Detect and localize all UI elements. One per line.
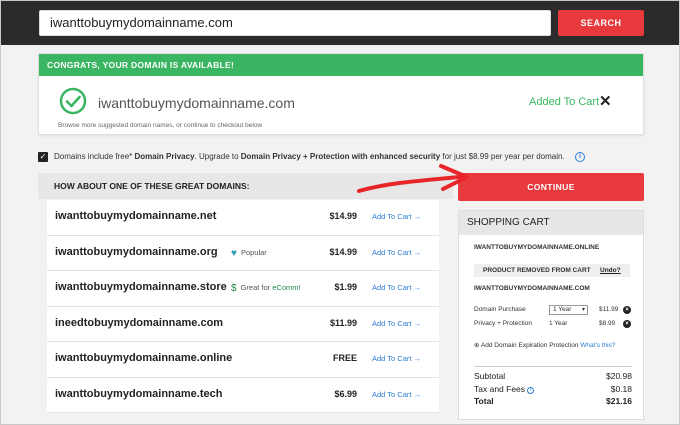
suggestion-price: $6.99 <box>334 388 357 399</box>
ecomm-tag: $ Great for eComm! <box>231 283 301 294</box>
continue-button[interactable]: CONTINUE <box>458 173 644 201</box>
subtotal-row: Subtotal $20.98 <box>474 371 632 383</box>
removed-label: PRODUCT REMOVED FROM CART <box>483 267 591 274</box>
whats-this-link[interactable]: What's this? <box>580 342 615 349</box>
search-button[interactable]: SEARCH <box>558 10 644 36</box>
subtotal-label: Subtotal <box>474 371 506 381</box>
total-row: Total $21.16 <box>474 396 632 408</box>
suggestion-price: $11.99 <box>329 317 357 328</box>
removed-notice: PRODUCT REMOVED FROM CART Undo? <box>474 264 630 277</box>
suggestion-domain: ineedtobuymydomainname.com <box>55 316 224 329</box>
total-label: Total <box>474 396 494 406</box>
tax-row: Tax and Fees i $0.18 <box>474 384 632 396</box>
cart-line-price: $11.99 <box>599 306 619 313</box>
suggestion-domain: iwanttobuymydomainname.online <box>55 352 233 364</box>
add-to-cart-link[interactable]: Add To Cart → <box>372 390 421 399</box>
added-to-cart-label: Added To Cart <box>529 96 600 108</box>
cart-line-term: 1 Year <box>549 320 568 327</box>
suggestion-price: $14.99 <box>329 211 357 221</box>
suggestion-row: ineedtobuymydomainname.com $11.99 Add To… <box>47 306 439 342</box>
subtotal-value: $20.98 <box>606 371 632 381</box>
add-to-cart-link[interactable]: Add To Cart → <box>372 283 421 292</box>
dollar-icon: $ <box>231 283 237 294</box>
annotation-arrow-icon <box>357 164 469 193</box>
check-circle-icon <box>59 87 87 115</box>
info-icon[interactable]: i <box>575 152 585 162</box>
cart-domain: IWANTTOBUYMYDOMAINNAME.COM <box>474 285 590 292</box>
suggestion-domain: iwanttobuymydomainname.store <box>55 281 227 293</box>
suggestion-row: iwanttobuymydomainname.store $ Great for … <box>47 271 439 307</box>
available-domain: iwanttobuymydomainname.com <box>98 95 295 111</box>
suggestion-domain: iwanttobuymydomainname.org <box>55 245 218 258</box>
remove-icon[interactable]: × <box>623 306 631 314</box>
privacy-text: Domains include free* Domain Privacy. Up… <box>54 152 565 161</box>
add-to-cart-link[interactable]: Add To Cart → <box>372 248 421 257</box>
cart-line-label: Privacy + Protection <box>474 320 532 327</box>
suggestion-row: iwanttobuymydomainname.tech $6.99 Add To… <box>47 377 439 413</box>
privacy-checkbox[interactable]: ✓ <box>38 152 48 162</box>
cart-divider <box>474 366 632 367</box>
suggestion-row: iwanttobuymydomainname.net $14.99 Add To… <box>47 200 439 236</box>
heart-icon: ♥ <box>231 247 237 259</box>
plus-circle-icon: ⊕ <box>474 342 481 349</box>
cart-line-price: $8.99 <box>599 320 616 327</box>
tax-label: Tax and Fees i <box>474 384 535 394</box>
cart-removed-domain: IWANTTOBUYMYDOMAINNAME.ONLINE <box>474 244 600 251</box>
suggestion-price: $14.99 <box>329 246 357 257</box>
add-to-cart-link[interactable]: Add To Cart → <box>372 354 421 363</box>
privacy-option: ✓ Domains include free* Domain Privacy. … <box>38 151 644 165</box>
popular-tag: ♥ Popular <box>231 247 267 259</box>
suggestion-domain: iwanttobuymydomainname.net <box>55 210 217 222</box>
cart-line-label: Domain Purchase <box>474 306 526 313</box>
suggestion-row: iwanttobuymydomainname.org ♥ Popular $14.… <box>47 235 439 271</box>
shopping-cart: SHOPPING CART IWANTTOBUYMYDOMAINNAME.ONL… <box>458 210 644 420</box>
suggestion-price: FREE <box>332 353 357 363</box>
suggestion-domain: iwanttobuymydomainname.tech <box>55 387 223 400</box>
browser-frame: iwanttobuymydomainname.com SEARCH CONGRA… <box>0 0 680 425</box>
total-value: $21.16 <box>606 396 632 406</box>
availability-card: CONGRATS, YOUR DOMAIN IS AVAILABLE! iwan… <box>38 53 644 135</box>
add-to-cart-link[interactable]: Add To Cart → <box>372 319 421 328</box>
undo-link[interactable]: Undo? <box>600 264 621 277</box>
chevron-down-icon: ▾ <box>581 307 585 313</box>
add-expiration-protection[interactable]: ⊕ Add Domain Expiration Protection What'… <box>474 341 615 349</box>
add-to-cart-link[interactable]: Add To Cart → <box>372 212 421 221</box>
suggestion-price: $1.99 <box>334 282 357 292</box>
availability-banner: CONGRATS, YOUR DOMAIN IS AVAILABLE! <box>39 54 643 76</box>
search-bar: iwanttobuymydomainname.com SEARCH <box>1 1 679 45</box>
cart-line-privacy: Privacy + Protection 1 Year $8.99 × <box>474 320 634 332</box>
cart-title: SHOPPING CART <box>459 211 643 235</box>
remove-icon[interactable]: × <box>623 320 631 328</box>
info-icon[interactable]: i <box>527 387 535 394</box>
cart-line-domain-purchase: Domain Purchase 1 Year ▾ $11.99 × <box>474 305 634 318</box>
suggestion-row: iwanttobuymydomainname.online FREE Add T… <box>47 342 439 378</box>
close-icon[interactable]: ✕ <box>599 92 612 110</box>
term-select[interactable]: 1 Year ▾ <box>549 305 588 315</box>
tax-value: $0.18 <box>610 384 632 394</box>
domain-search-input[interactable]: iwanttobuymydomainname.com <box>39 10 551 36</box>
suggestions-list: iwanttobuymydomainname.net $14.99 Add To… <box>47 200 439 413</box>
availability-subtext: Browse more suggested domain names, or c… <box>58 122 263 129</box>
